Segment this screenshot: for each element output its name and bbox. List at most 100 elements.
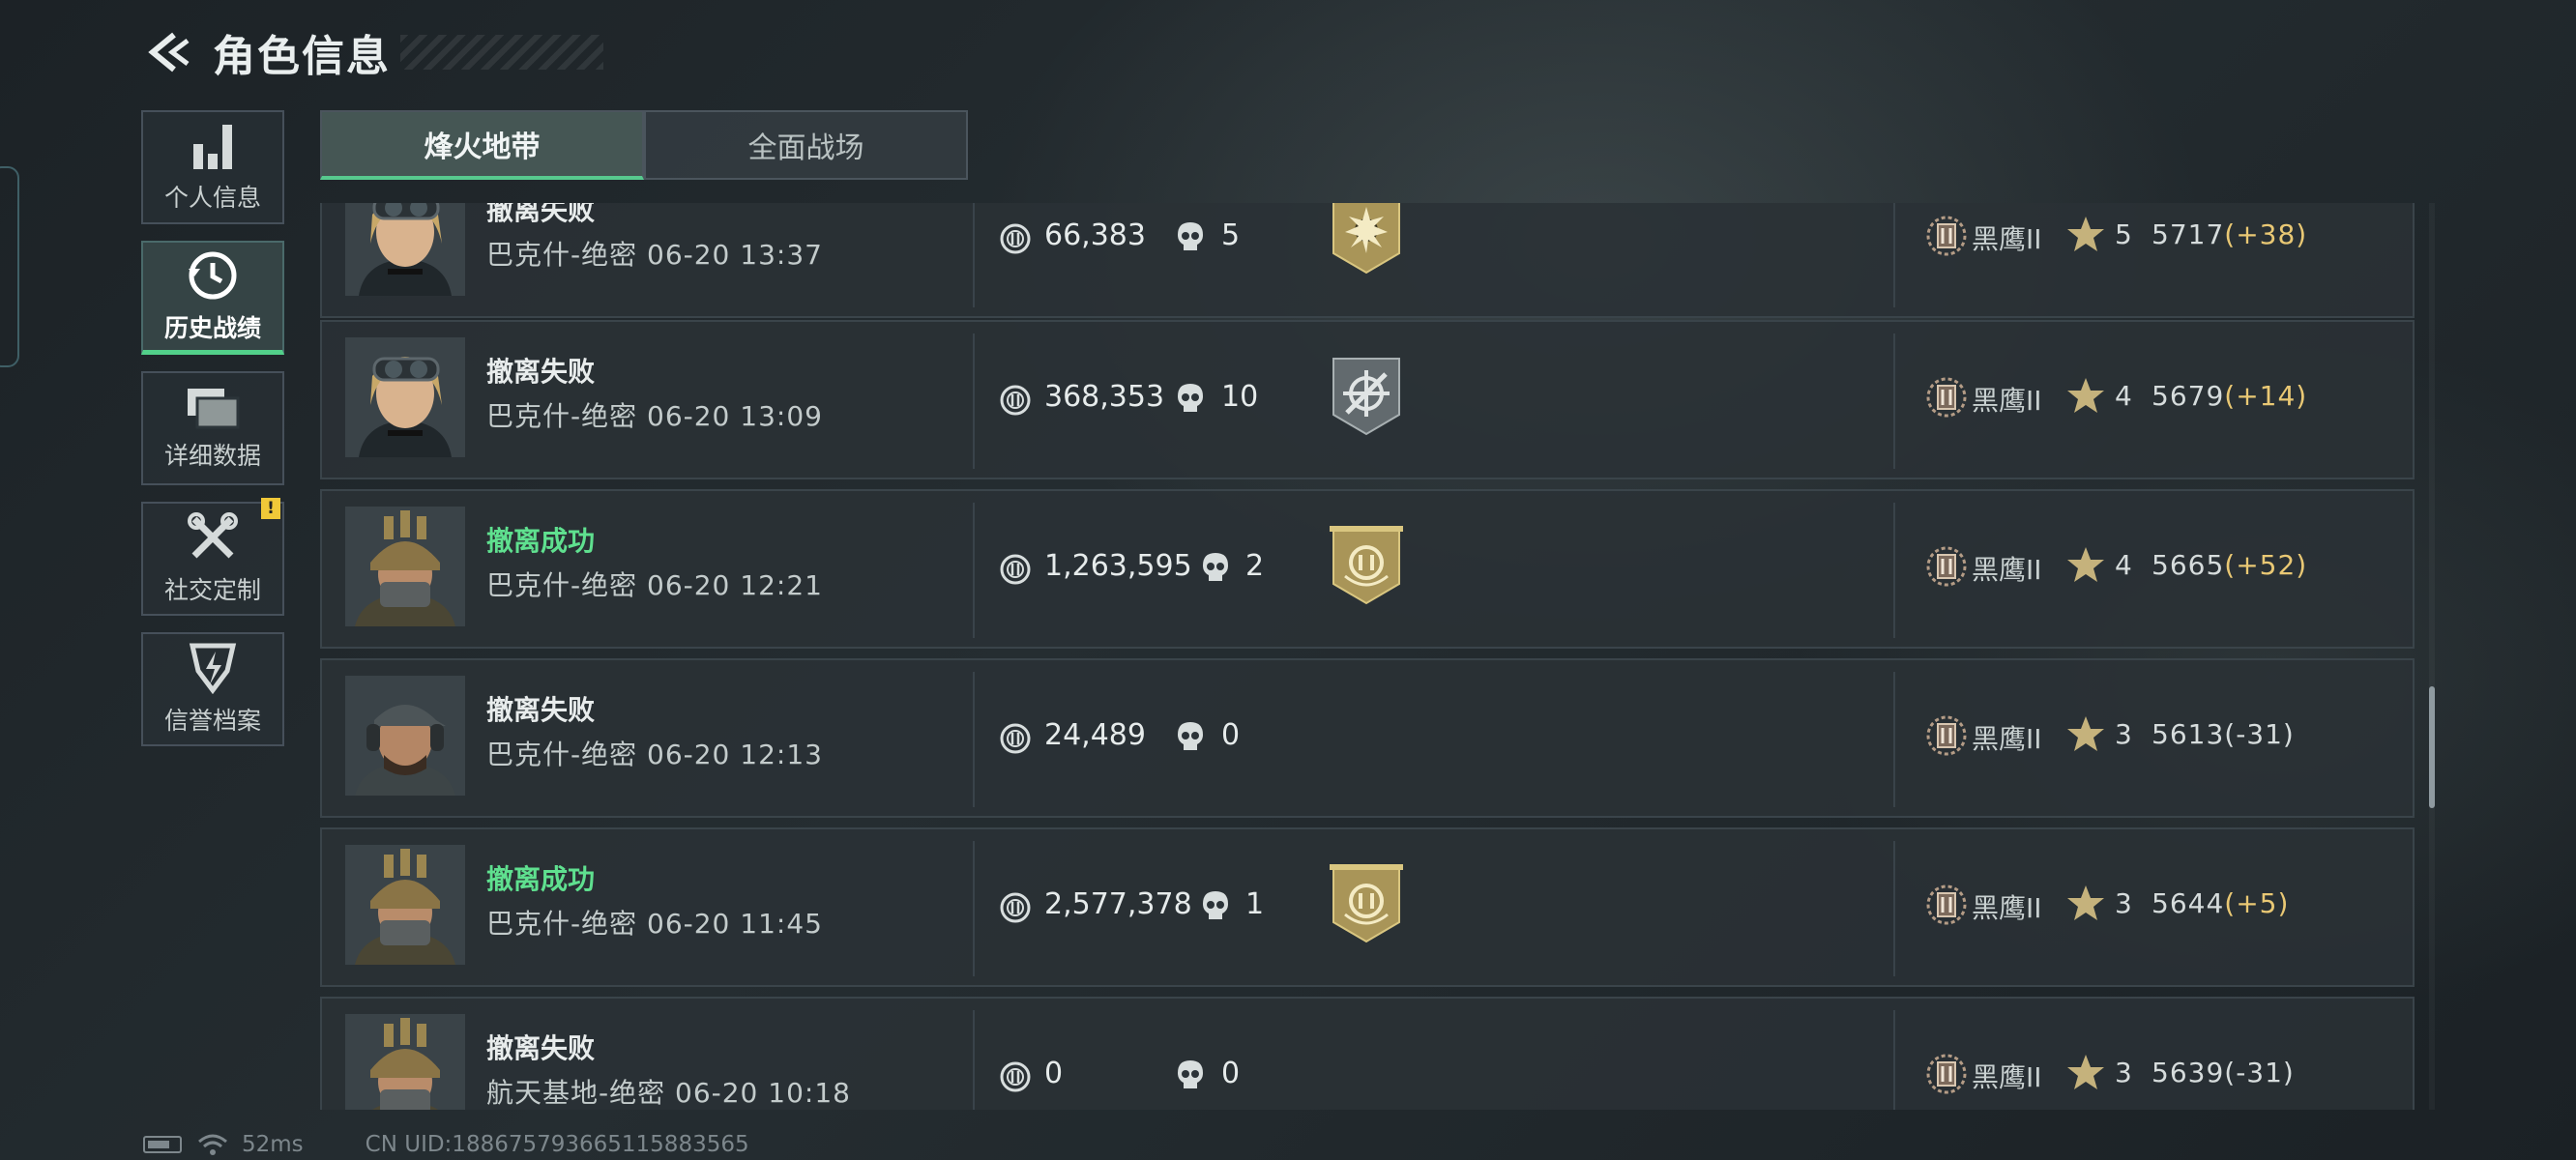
score-delta: (+5) (2224, 887, 2290, 919)
match-record-row[interactable]: 撤离成功 巴克什-绝密 06-20 11:45 2,577,378 1 黑鹰II… (320, 827, 2415, 987)
column-divider (1893, 1010, 1895, 1110)
score-value: 5644 (2152, 887, 2225, 919)
column-divider (1893, 503, 1895, 638)
extraction-status: 撤离失败 (486, 203, 596, 226)
star-icon (2067, 378, 2104, 413)
tab-warfare[interactable]: 全面战场 (644, 110, 968, 180)
map-and-time: 巴克什-绝密 06-20 12:13 (486, 739, 823, 770)
match-history-list[interactable]: 撤离失败 巴克什-绝密 06-20 13:37 66,383 5 黑鹰II 5 … (320, 203, 2416, 1110)
extracted-value: 2,577,378 (1044, 887, 1192, 921)
currency-icon (1000, 554, 1031, 585)
kill-count: 1 (1245, 887, 1265, 921)
kill-count: 0 (1221, 1057, 1241, 1090)
match-record-row[interactable]: 撤离失败 巴克什-绝密 06-20 13:09 368,353 10 黑鹰II … (320, 320, 2415, 479)
rank-score: 5665(+52) (2152, 549, 2307, 581)
match-record-row[interactable]: 撤离失败 航天基地-绝密 06-20 10:18 0 0 黑鹰II 3 5639… (320, 997, 2415, 1110)
skull-icon (1203, 891, 1228, 919)
map-and-time: 巴克什-绝密 06-20 12:21 (486, 569, 823, 601)
star-icon (2067, 547, 2104, 582)
map-and-time: 巴克什-绝密 06-20 11:45 (486, 908, 823, 940)
scroll-thumb[interactable] (2429, 686, 2435, 808)
rank-emblem-icon (1926, 1054, 1967, 1094)
score-value: 5679 (2152, 380, 2225, 412)
back-arrow-icon (148, 32, 190, 72)
extraction-status: 撤离失败 (486, 356, 596, 388)
notice-badge: ! (261, 498, 280, 519)
kill-count: 10 (1221, 380, 1259, 414)
star-icon (2067, 885, 2104, 920)
column-divider (1893, 672, 1895, 807)
player-uid: CN UID:188675793665115883565 (365, 1132, 749, 1157)
kill-count: 0 (1221, 718, 1241, 752)
scrollbar[interactable] (2429, 203, 2435, 1110)
rank-name: 黑鹰II (1972, 1061, 2042, 1093)
skull-icon (1178, 1060, 1203, 1088)
skull-icon (1178, 384, 1203, 412)
skull-icon (1203, 553, 1228, 581)
rank-score: 5717(+38) (2152, 218, 2307, 250)
sidebar-item-label: 详细数据 (163, 442, 261, 470)
sidebar-item-detail-data[interactable]: 详细数据 (141, 371, 284, 485)
rank-emblem-icon (1926, 715, 1967, 756)
rank-score: 5644(+5) (2152, 887, 2289, 919)
extracted-value: 66,383 (1044, 218, 1146, 252)
operator-avatar (345, 337, 465, 457)
extracted-value: 368,353 (1044, 380, 1165, 414)
status-footer: 52ms CN UID:188675793665115883565 (143, 1129, 749, 1160)
score-delta: (+52) (2224, 549, 2308, 581)
silver-crosshair-medal-icon (1332, 358, 1400, 436)
extracted-value: 24,489 (1044, 718, 1146, 752)
score-value: 5613 (2152, 718, 2225, 750)
rank-emblem-icon (1926, 216, 1967, 256)
extracted-value: 0 (1044, 1057, 1064, 1090)
extraction-status: 撤离失败 (486, 1032, 596, 1064)
operator-avatar (345, 1014, 465, 1110)
score-value: 5717 (2152, 218, 2225, 250)
score-value: 5639 (2152, 1057, 2225, 1088)
column-divider (973, 503, 975, 638)
operator-avatar (345, 203, 465, 296)
star-icon (2067, 1055, 2104, 1089)
star-icon (2067, 716, 2104, 751)
star-count: 3 (2115, 1057, 2132, 1088)
star-count: 3 (2115, 718, 2132, 750)
operator-avatar (345, 507, 465, 626)
sidebar-item-history[interactable]: 历史战绩 (141, 241, 284, 355)
sidebar: 个人信息 历史战绩 详细数据 ! 社交定制 信誉档案 (141, 110, 288, 763)
page-title: 角色信息 (213, 32, 391, 81)
sidebar-item-label: 社交定制 (163, 576, 261, 604)
extraction-status: 撤离成功 (486, 863, 596, 895)
match-record-row[interactable]: 撤离成功 巴克什-绝密 06-20 12:21 1,263,595 2 黑鹰II… (320, 489, 2415, 649)
column-divider (973, 672, 975, 807)
sidebar-item-reputation[interactable]: 信誉档案 (141, 632, 284, 746)
rank-name: 黑鹰II (1972, 385, 2042, 417)
sidebar-item-social-custom[interactable]: ! 社交定制 (141, 498, 284, 616)
rank-score: 5639(-31) (2152, 1057, 2295, 1088)
currency-icon (1000, 223, 1031, 254)
column-divider (1893, 203, 1895, 307)
sidebar-item-personal-info[interactable]: 个人信息 (141, 110, 284, 224)
mode-tabs: 烽火地带 全面战场 (320, 110, 968, 180)
back-button[interactable] (143, 27, 193, 77)
star-count: 4 (2115, 380, 2132, 412)
match-record-row[interactable]: 撤离失败 巴克什-绝密 06-20 13:37 66,383 5 黑鹰II 5 … (320, 203, 2415, 318)
sidebar-item-label: 历史战绩 (163, 313, 261, 342)
gold-coin-medal-icon (1330, 864, 1403, 943)
star-count: 5 (2115, 218, 2132, 250)
rank-emblem-icon (1926, 546, 1967, 587)
skull-icon (1178, 222, 1203, 250)
match-record-row[interactable]: 撤离失败 巴克什-绝密 06-20 12:13 24,489 0 黑鹰II 3 … (320, 658, 2415, 818)
score-delta: (+14) (2224, 380, 2308, 412)
currency-icon (1000, 892, 1031, 923)
score-delta: (-31) (2224, 718, 2295, 750)
operator-avatar (345, 676, 465, 796)
score-delta: (+38) (2224, 218, 2308, 250)
tab-operations[interactable]: 烽火地带 (320, 110, 644, 180)
currency-icon (1000, 385, 1031, 416)
folders-icon (188, 389, 240, 429)
extraction-status: 撤离失败 (486, 694, 596, 726)
title-decoration (400, 35, 603, 70)
gold-coin-medal-icon (1330, 526, 1403, 605)
side-panel-handle[interactable] (0, 166, 19, 367)
rank-name: 黑鹰II (1972, 223, 2042, 255)
